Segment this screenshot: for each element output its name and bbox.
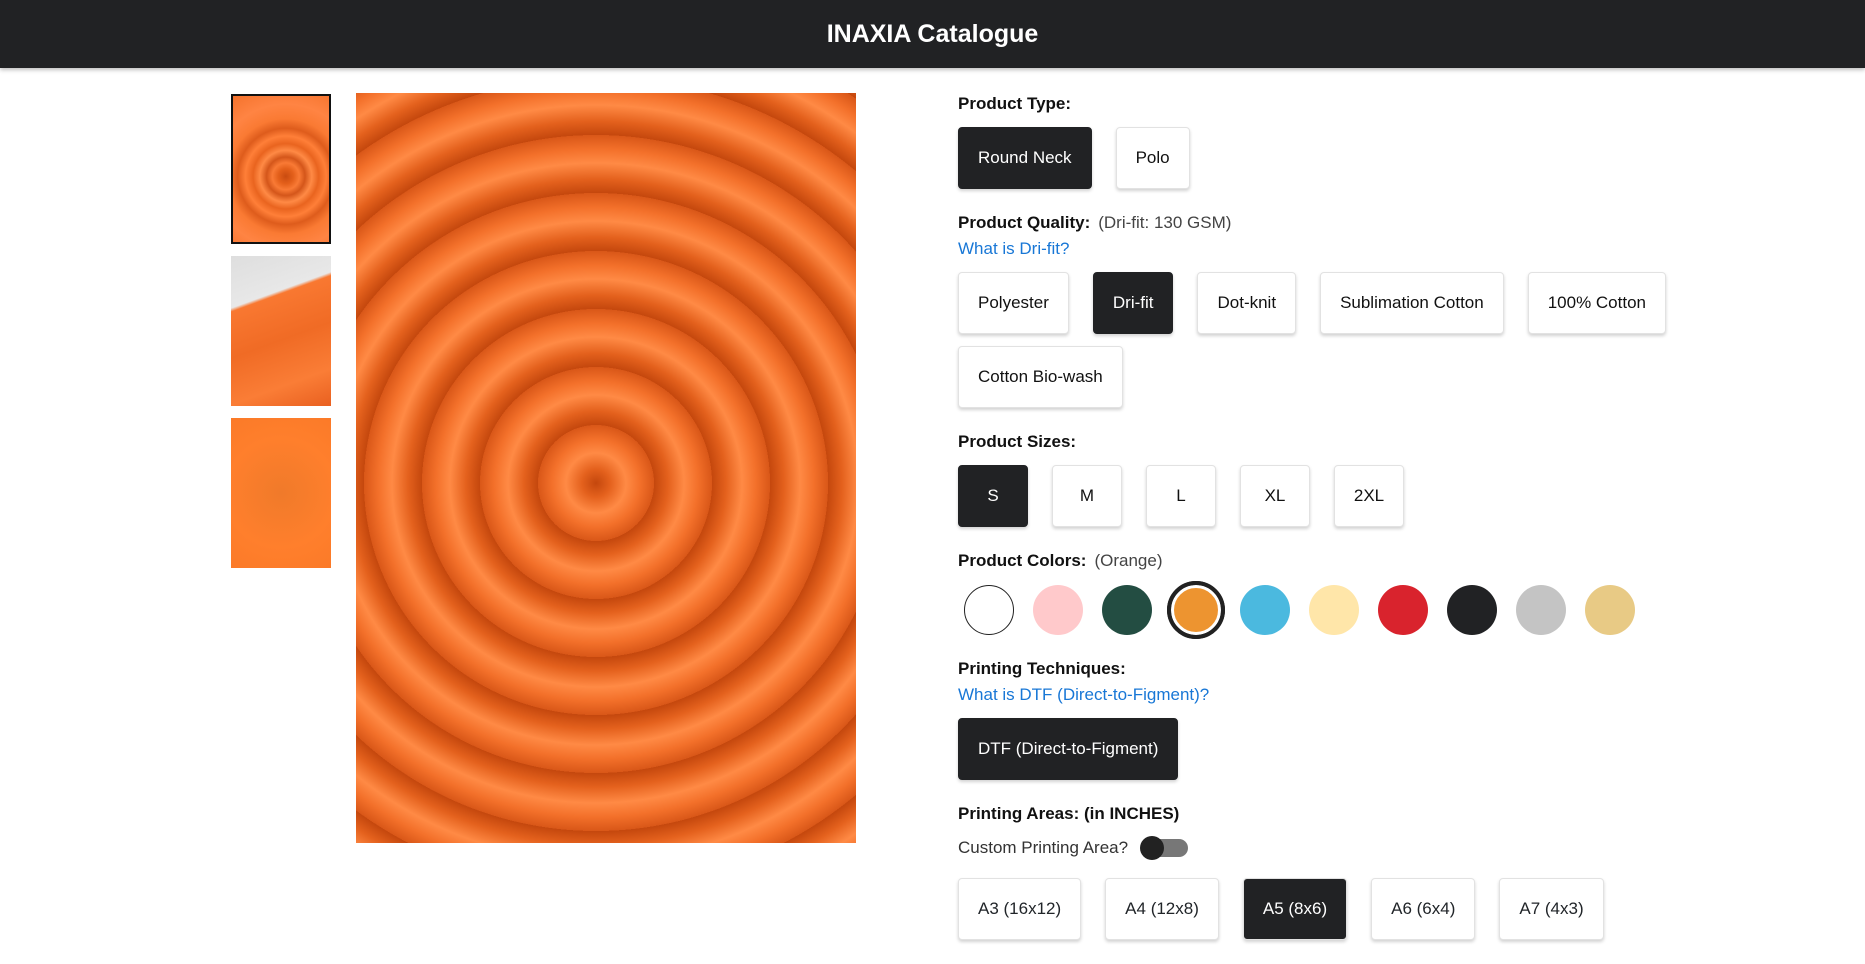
size-m[interactable]: M <box>1052 465 1122 527</box>
main-product-image <box>356 93 856 843</box>
product-type-section: Product Type: Round Neck Polo <box>958 94 1838 189</box>
product-type-label: Product Type: <box>958 94 1072 113</box>
dri-fit-help-link[interactable]: What is Dri-fit? <box>958 239 1838 259</box>
product-colors-section: Product Colors: (Orange) <box>958 551 1838 639</box>
product-options-panel: Product Type: Round Neck Polo Product Qu… <box>958 94 1838 964</box>
quality-cotton-bio-wash[interactable]: Cotton Bio-wash <box>958 346 1123 408</box>
color-swatch[interactable] <box>1447 585 1497 635</box>
color-swatch[interactable] <box>1516 585 1566 635</box>
size-s[interactable]: S <box>958 465 1028 527</box>
thumbnail-folded-fabric[interactable] <box>231 256 331 406</box>
technique-dtf[interactable]: DTF (Direct-to-Figment) <box>958 718 1179 780</box>
color-swatch[interactable] <box>1102 585 1152 635</box>
area-a7[interactable]: A7 (4x3) <box>1499 878 1604 940</box>
size-2xl[interactable]: 2XL <box>1334 465 1404 527</box>
product-sizes-label: Product Sizes: <box>958 432 1077 451</box>
printing-techniques-label: Printing Techniques: <box>958 659 1126 678</box>
product-sizes-section: Product Sizes: S M L XL 2XL <box>958 432 1838 527</box>
thumbnail-list <box>231 94 331 580</box>
product-quality-label: Product Quality: <box>958 213 1091 232</box>
quality-sublimation-cotton[interactable]: Sublimation Cotton <box>1320 272 1504 334</box>
printing-techniques-section: Printing Techniques: What is DTF (Direct… <box>958 659 1838 780</box>
area-a4[interactable]: A4 (12x8) <box>1105 878 1219 940</box>
color-swatch[interactable] <box>1167 581 1225 639</box>
printing-areas-label: Printing Areas: (in INCHES) <box>958 804 1180 823</box>
color-swatch-list <box>964 581 1838 639</box>
area-a6[interactable]: A6 (6x4) <box>1371 878 1476 940</box>
area-a5[interactable]: A5 (8x6) <box>1242 878 1348 940</box>
quality-100-cotton[interactable]: 100% Cotton <box>1527 272 1666 334</box>
color-swatch[interactable] <box>1033 585 1083 635</box>
quality-dri-fit[interactable]: Dri-fit <box>1092 272 1174 334</box>
quality-polyester[interactable]: Polyester <box>958 272 1069 334</box>
product-colors-current: (Orange) <box>1094 551 1163 570</box>
color-swatch[interactable] <box>1240 585 1290 635</box>
app-title: INAXIA Catalogue <box>826 19 1039 48</box>
area-a3[interactable]: A3 (16x12) <box>958 878 1082 940</box>
custom-area-label: Custom Printing Area? <box>958 838 1129 857</box>
product-quality-section: Product Quality: (Dri-fit: 130 GSM) What… <box>958 213 1838 408</box>
size-l[interactable]: L <box>1146 465 1216 527</box>
color-swatch[interactable] <box>964 585 1014 635</box>
product-type-polo[interactable]: Polo <box>1115 127 1190 189</box>
thumbnail-swirl-fabric[interactable] <box>231 94 331 244</box>
size-xl[interactable]: XL <box>1240 465 1310 527</box>
product-type-round-neck[interactable]: Round Neck <box>958 127 1092 189</box>
product-colors-label: Product Colors: <box>958 551 1087 570</box>
product-quality-current: (Dri-fit: 130 GSM) <box>1098 213 1232 232</box>
quality-dot-knit[interactable]: Dot-knit <box>1197 272 1297 334</box>
color-swatch[interactable] <box>1378 585 1428 635</box>
printing-areas-section: Printing Areas: (in INCHES) Custom Print… <box>958 804 1838 940</box>
top-bar: INAXIA Catalogue <box>0 0 1865 68</box>
thumbnail-flat-fabric[interactable] <box>231 418 331 568</box>
color-swatch[interactable] <box>1585 585 1635 635</box>
toggle-knob <box>1140 836 1165 860</box>
custom-area-toggle[interactable] <box>1140 836 1189 860</box>
dtf-help-link[interactable]: What is DTF (Direct-to-Figment)? <box>958 685 1838 705</box>
color-swatch[interactable] <box>1309 585 1359 635</box>
